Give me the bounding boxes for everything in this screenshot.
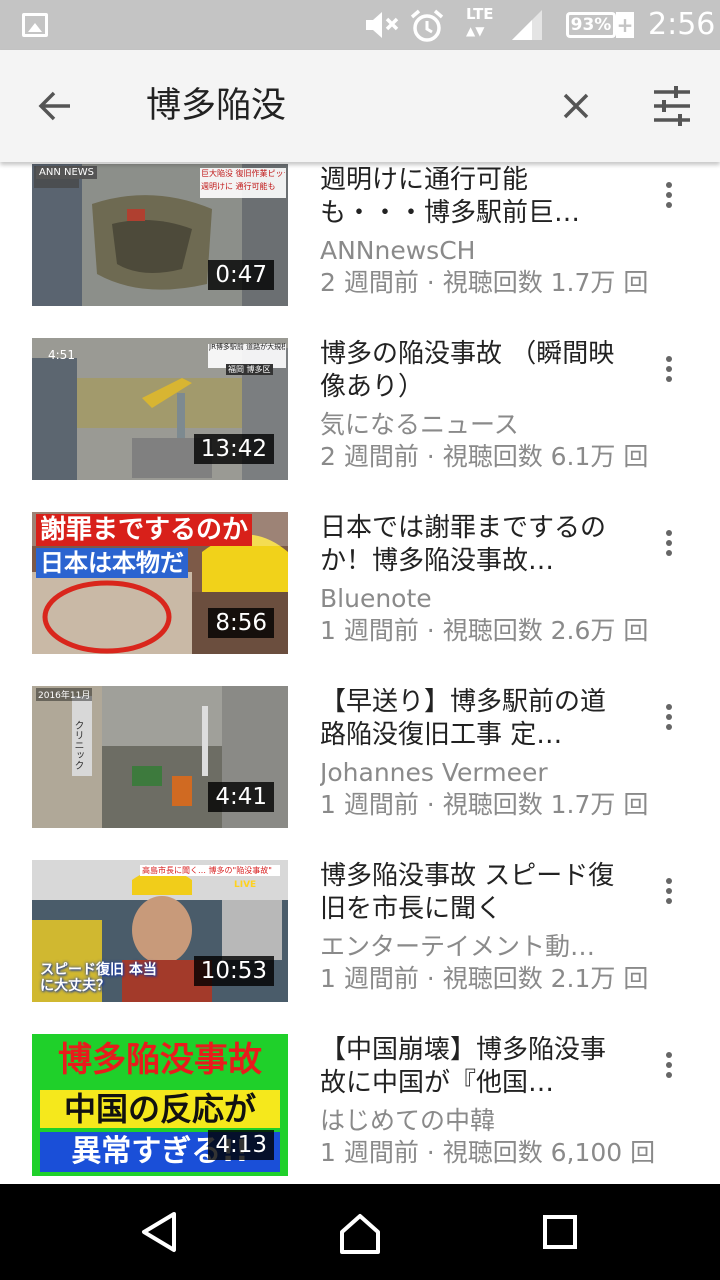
channel-name: 気になるニュース bbox=[320, 410, 519, 439]
video-meta: 2 週間前 · 視聴回数 6.1万 回 bbox=[320, 442, 649, 471]
video-duration: 0:47 bbox=[208, 260, 274, 290]
video-meta: 1 週間前 · 視聴回数 6,100 回 bbox=[320, 1138, 656, 1167]
more-options-icon[interactable] bbox=[654, 870, 684, 910]
video-title[interactable]: 博多陥没事故 スピード復旧を市長に聞く bbox=[320, 860, 620, 926]
thumbnail-caption: JR博多駅前 道路が大規模陥没 bbox=[209, 343, 285, 351]
thumbnail-caption: 中国の反応が bbox=[63, 1090, 256, 1128]
thumbnail-caption: LIVE bbox=[234, 880, 257, 890]
more-options-icon[interactable] bbox=[654, 1044, 684, 1084]
navigation-bar bbox=[0, 1184, 720, 1280]
channel-name: エンターテイメント動… bbox=[320, 932, 596, 961]
clock: 2:56 bbox=[648, 7, 716, 42]
recents-icon[interactable] bbox=[530, 1202, 590, 1262]
channel-name: ANNnewsCH bbox=[320, 236, 476, 265]
result-item[interactable]: 13:42 博多の陥没事故 （瞬間映像あり） 気になるニュース 2 週間前 · … bbox=[0, 338, 720, 512]
video-duration: 10:53 bbox=[193, 956, 274, 986]
signal-icon bbox=[512, 10, 542, 40]
filter-icon[interactable] bbox=[646, 80, 698, 132]
back-triangle-icon[interactable] bbox=[130, 1202, 190, 1262]
video-title[interactable]: 【早送り】博多駅前の道路陥没復旧工事 定… bbox=[320, 686, 620, 752]
back-arrow-icon[interactable] bbox=[30, 80, 82, 132]
channel-name: Bluenote bbox=[320, 584, 432, 613]
result-item[interactable]: 0:47 週明けに通行可能も・・・博多駅前巨… ANNnewsCH 2 週間前 … bbox=[0, 164, 720, 338]
video-title[interactable]: 日本では謝罪までするのか！博多陥没事故… bbox=[320, 512, 620, 578]
video-title[interactable]: 博多の陥没事故 （瞬間映像あり） bbox=[320, 338, 620, 404]
results-list: 0:47 週明けに通行可能も・・・博多駅前巨… ANNnewsCH 2 週間前 … bbox=[0, 162, 720, 1184]
thumbnail-caption: 週明けに 通行可能も bbox=[201, 182, 276, 191]
battery-level: 93% bbox=[570, 15, 612, 35]
thumbnail-caption: クリニック bbox=[72, 720, 83, 770]
video-thumbnail[interactable]: 博多陥没事故 中国の反応が 異常すぎる!! 4:13 bbox=[32, 1034, 288, 1176]
video-duration: 13:42 bbox=[193, 434, 274, 464]
battery-icon: 93% bbox=[566, 12, 616, 38]
video-duration: 4:41 bbox=[208, 782, 274, 812]
thumbnail-caption: 巨大陥没 復旧作業ピッチ bbox=[201, 169, 285, 178]
charging-icon: + bbox=[616, 12, 634, 38]
clear-icon[interactable] bbox=[550, 80, 602, 132]
search-query[interactable]: 博多陥没 bbox=[146, 80, 286, 132]
more-options-icon[interactable] bbox=[654, 174, 684, 214]
thumbnail-caption: 2016年11月 bbox=[36, 688, 93, 701]
more-options-icon[interactable] bbox=[654, 696, 684, 736]
thumbnail-caption: 博多陥没事故 bbox=[58, 1040, 262, 1080]
more-options-icon[interactable] bbox=[654, 522, 684, 562]
result-item[interactable]: 10:53 博多陥没事故 スピード復旧を市長に聞く エンターテイメント動… 1 … bbox=[0, 860, 720, 1034]
network-type-label: LTE bbox=[466, 5, 494, 23]
result-item[interactable]: 4:41 【早送り】博多駅前の道路陥没復旧工事 定… Johannes Verm… bbox=[0, 686, 720, 860]
gallery-icon bbox=[22, 13, 48, 37]
channel-name: はじめての中韓 bbox=[320, 1106, 496, 1135]
search-toolbar: 博多陥没 bbox=[0, 50, 720, 162]
thumbnail-caption: ANN NEWS bbox=[36, 166, 98, 179]
channel-name: Johannes Vermeer bbox=[320, 758, 548, 787]
alarm-icon bbox=[410, 9, 444, 42]
video-meta: 1 週間前 · 視聴回数 1.7万 回 bbox=[320, 790, 649, 819]
video-title[interactable]: 週明けに通行可能も・・・博多駅前巨… bbox=[320, 164, 620, 230]
thumbnail-caption: 日本は本物だ bbox=[36, 548, 188, 578]
mute-icon bbox=[366, 12, 399, 38]
video-meta: 1 週間前 · 視聴回数 2.6万 回 bbox=[320, 616, 649, 645]
thumbnail-caption: 謝罪までするのか bbox=[36, 514, 253, 546]
home-icon[interactable] bbox=[330, 1202, 390, 1262]
thumbnail-caption: 福岡 博多区 bbox=[226, 364, 273, 375]
video-duration: 8:56 bbox=[208, 608, 274, 638]
thumbnail-caption: 高島市長に聞く… 博多の"陥没事故" bbox=[140, 865, 280, 876]
result-item[interactable]: 博多陥没事故 中国の反応が 異常すぎる!! 4:13 【中国崩壊】博多陥没事故に… bbox=[0, 1034, 720, 1184]
video-meta: 2 週間前 · 視聴回数 1.7万 回 bbox=[320, 268, 649, 297]
more-options-icon[interactable] bbox=[654, 348, 684, 388]
video-title[interactable]: 【中国崩壊】博多陥没事故に中国が『他国… bbox=[320, 1034, 620, 1100]
thumbnail-caption: スピード復旧 本当に大丈夫？ bbox=[40, 962, 157, 994]
video-duration: 4:13 bbox=[208, 1130, 274, 1160]
status-bar: LTE ▲▼ 93% + 2:56 bbox=[0, 0, 720, 50]
video-meta: 1 週間前 · 視聴回数 2.1万 回 bbox=[320, 964, 649, 993]
lte-icon: LTE ▲▼ bbox=[466, 5, 494, 38]
thumbnail-caption: 4:51 bbox=[48, 348, 75, 362]
